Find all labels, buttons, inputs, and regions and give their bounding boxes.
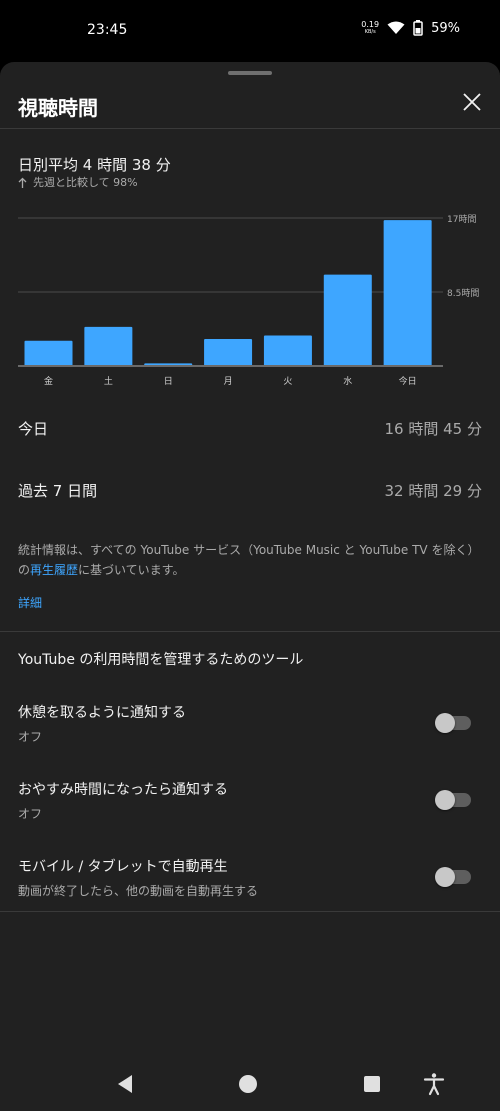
home-icon[interactable]: [236, 1072, 260, 1096]
battery-percent: 59%: [431, 20, 460, 36]
status-time: 23:45: [87, 22, 128, 38]
bedtime-reminder-toggle[interactable]: [435, 790, 471, 810]
details-link[interactable]: 詳細: [18, 594, 42, 611]
toggle-knob: [435, 713, 455, 733]
autoplay-toggle[interactable]: [435, 867, 471, 887]
drag-handle[interactable]: [228, 71, 272, 75]
chart-bar: [24, 340, 73, 366]
info-text-end: に基づいています。: [78, 563, 185, 577]
chart-bar: [383, 220, 432, 366]
chart-bar: [204, 339, 253, 366]
chart-bar: [323, 274, 372, 366]
weekly-comparison-text: 先週と比較して 98%: [33, 176, 138, 189]
x-tick-label: 金: [44, 375, 53, 387]
setting-title: おやすみ時間になったら通知する: [18, 782, 228, 798]
x-tick-label: 土: [104, 375, 113, 387]
watch-time-chart: 8.5時間 17時間金 土 日 月 火 水 今日: [18, 214, 479, 387]
section-divider: [0, 631, 500, 632]
arrow-up-icon: [18, 177, 27, 188]
x-tick-label: 火: [283, 376, 292, 387]
setting-autoplay[interactable]: モバイル / タブレットで自動再生 動画が終了したら、他の動画を自動再生する: [18, 856, 482, 900]
sheet-title: 視聴時間: [18, 96, 98, 120]
setting-subtitle: 動画が終了したら、他の動画を自動再生する: [18, 884, 259, 898]
recents-icon[interactable]: [360, 1072, 384, 1096]
header-divider: [0, 128, 500, 129]
accessibility-icon[interactable]: [422, 1072, 446, 1096]
stat-value: 16 時間 45 分: [384, 420, 482, 438]
network-speed-value: 0.19: [361, 20, 380, 29]
x-tick-label: 水: [343, 375, 352, 387]
daily-average: 日別平均 4 時間 38 分: [18, 156, 171, 174]
bottom-divider: [0, 911, 500, 912]
status-icons: 0.19 KB/s 59%: [361, 20, 460, 36]
close-icon[interactable]: [462, 92, 482, 112]
battery-icon: [413, 20, 423, 36]
stat-value: 32 時間 29 分: [384, 482, 482, 500]
setting-bedtime-reminder[interactable]: おやすみ時間になったら通知する オフ: [18, 779, 482, 823]
tools-title: YouTube の利用時間を管理するためのツール: [18, 652, 304, 668]
x-tick-label: 月: [224, 376, 233, 387]
toggle-knob: [435, 867, 455, 887]
setting-title: 休憩を取るように通知する: [18, 705, 186, 721]
toggle-knob: [435, 790, 455, 810]
stats-info: 統計情報は、すべての YouTube サービス（YouTube Music と …: [18, 540, 488, 580]
y-tick-label: 17時間: [447, 214, 476, 225]
chart-bar: [263, 335, 312, 366]
back-icon[interactable]: [113, 1072, 137, 1096]
network-speed: 0.19 KB/s: [361, 21, 379, 35]
network-speed-unit: KB/s: [364, 29, 376, 35]
wifi-icon: [387, 21, 405, 34]
chart-bar: [84, 326, 133, 366]
setting-break-reminder[interactable]: 休憩を取るように通知する オフ: [18, 702, 482, 746]
setting-subtitle: オフ: [18, 807, 43, 821]
system-nav-bar: [0, 1058, 500, 1111]
x-tick-label: 今日: [399, 375, 417, 387]
setting-subtitle: オフ: [18, 730, 43, 744]
y-tick-label: 8.5時間: [447, 288, 479, 299]
stat-label: 過去 7 日間: [18, 482, 98, 500]
watch-history-link[interactable]: 再生履歴: [30, 563, 78, 577]
status-bar: 23:45 0.19 KB/s 59%: [0, 0, 500, 62]
stat-today: 今日 16 時間 45 分: [18, 418, 482, 439]
setting-title: モバイル / タブレットで自動再生: [18, 859, 228, 875]
x-tick-label: 日: [164, 376, 173, 387]
stat-label: 今日: [18, 420, 49, 438]
break-reminder-toggle[interactable]: [435, 713, 471, 733]
weekly-comparison: 先週と比較して 98%: [18, 174, 138, 190]
stat-last-7-days: 過去 7 日間 32 時間 29 分: [18, 480, 482, 501]
watch-time-sheet: 視聴時間 日別平均 4 時間 38 分 先週と比較して 98% 8.5時間 17時…: [0, 62, 500, 1111]
